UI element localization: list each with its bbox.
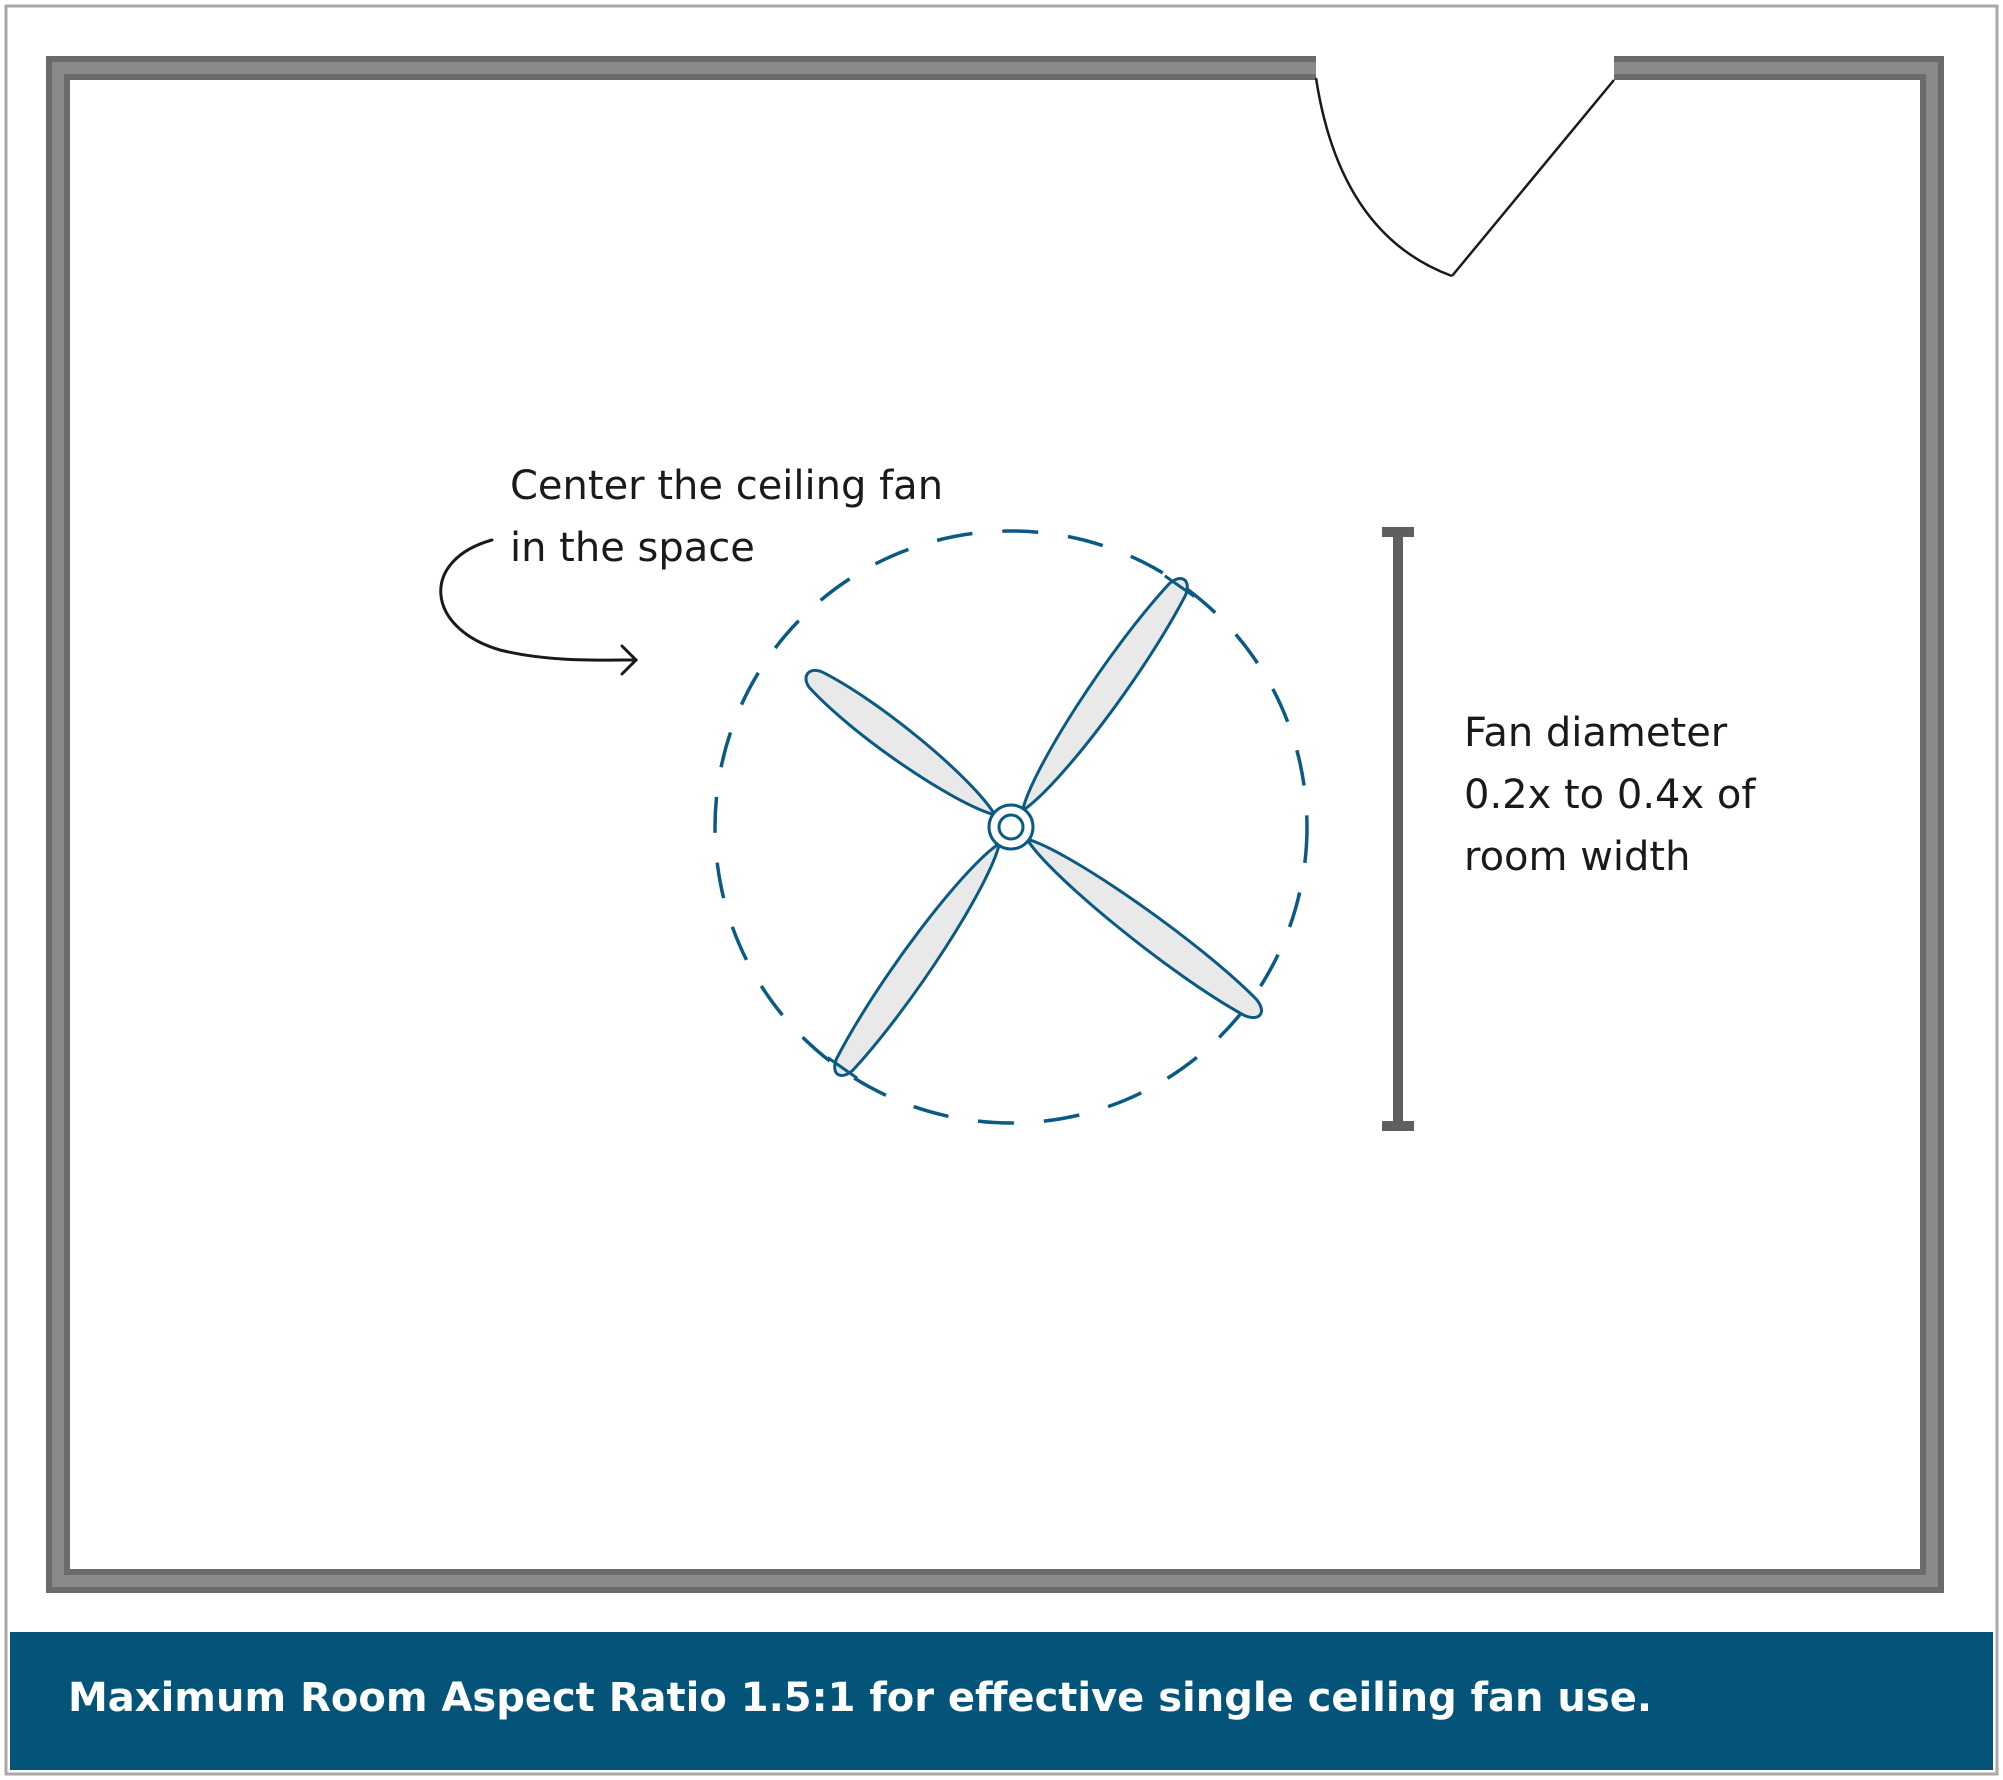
center-fan-annotation: Center the ceiling fan in the space — [510, 455, 943, 579]
fan-diameter-annotation-line-2: 0.2x to 0.4x of — [1464, 772, 1756, 818]
left-wall-inner — [52, 62, 64, 1587]
fan-diameter-annotation-line-3: room width — [1464, 834, 1691, 880]
top-wall-left-inner — [52, 62, 1316, 74]
fan-blade-upper-left — [804, 668, 999, 818]
frame-border — [4, 4, 1999, 1776]
bottom-wall-inner — [52, 1575, 1938, 1587]
fan-blade-lower-left — [833, 840, 1002, 1077]
center-fan-annotation-line-1: Center the ceiling fan — [510, 463, 944, 509]
fan-blade-lower-right — [1023, 836, 1263, 1020]
diameter-dimension-bar — [1382, 527, 1414, 1131]
caption-text: Maximum Room Aspect Ratio 1.5:1 for effe… — [68, 1675, 1653, 1721]
fan-hub-inner — [997, 813, 1025, 841]
diagram-frame: Center the ceiling fan in the space Fan … — [0, 0, 2003, 1780]
right-wall-inner — [1926, 62, 1938, 1587]
door-leaf — [1451, 79, 1615, 277]
top-wall-right-inner — [1614, 62, 1938, 74]
fan-diameter-annotation-line-1: Fan diameter — [1464, 710, 1728, 756]
door-icon — [1314, 77, 1615, 278]
caption-bar: Maximum Room Aspect Ratio 1.5:1 for effe… — [10, 1632, 1993, 1770]
door-swing-arc — [1314, 77, 1453, 278]
center-fan-annotation-line-2: in the space — [510, 525, 755, 571]
fan-diameter-annotation: Fan diameter 0.2x to 0.4x of room width — [1464, 702, 1755, 888]
floor-plan-diagram — [4, 4, 1999, 1776]
fan-blade-upper-right — [1020, 577, 1189, 814]
ceiling-fan-icon — [804, 574, 1263, 1080]
